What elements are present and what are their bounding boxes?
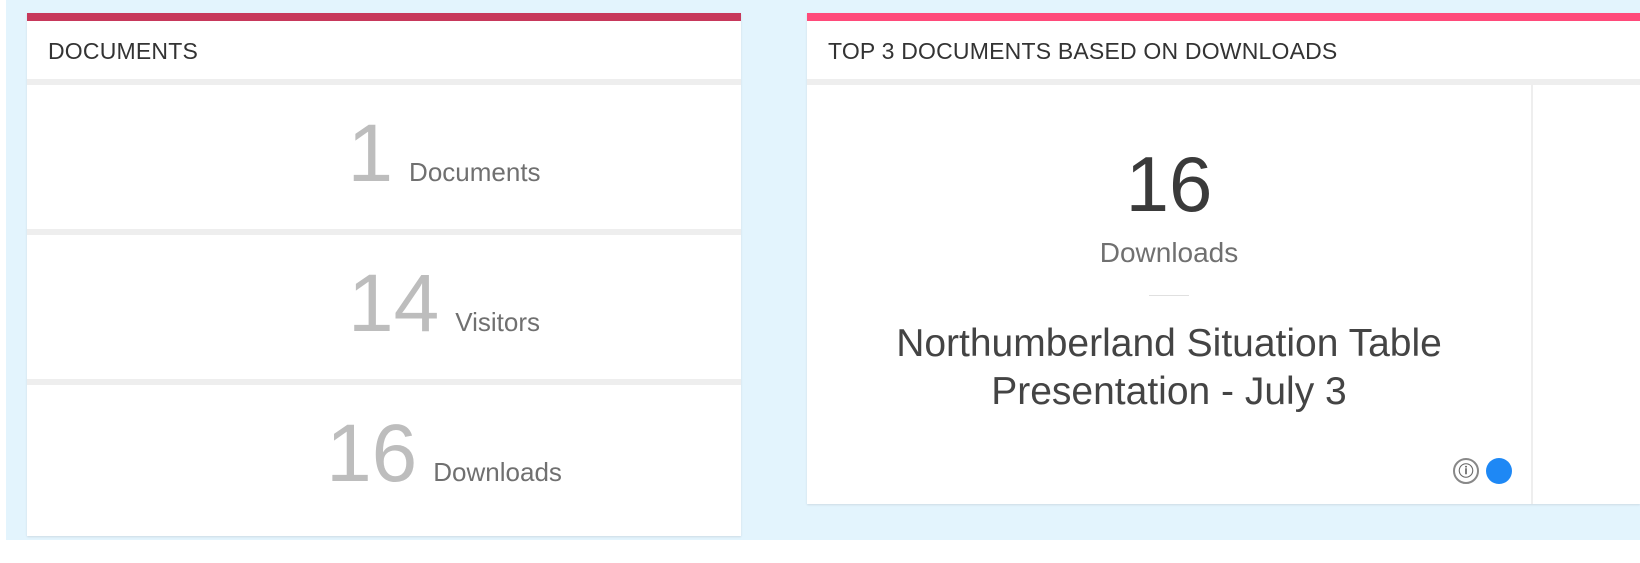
stat-visitors: 14 Visitors: [27, 235, 741, 385]
documents-panel: DOCUMENTS 1 Documents 14 Visitors 16 Dow…: [27, 13, 741, 536]
stat-value: 14: [348, 258, 440, 349]
stat-value: 1: [347, 108, 394, 199]
stat-label: Documents: [409, 157, 541, 187]
stat-label: Visitors: [455, 307, 540, 337]
card-separator: [1531, 85, 1533, 504]
top-documents-panel: TOP 3 DOCUMENTS BASED ON DOWNLOADS 16 Do…: [807, 13, 1640, 504]
top-documents-panel-title: TOP 3 DOCUMENTS BASED ON DOWNLOADS: [807, 21, 1640, 85]
download-count-label: Downloads: [1099, 237, 1239, 268]
stat-downloads: 16 Downloads: [27, 385, 741, 529]
documents-panel-title: DOCUMENTS: [27, 21, 741, 85]
top-document-card[interactable]: 16 Downloads Northumberland Situation Ta…: [807, 85, 1531, 504]
download-count: 16: [1125, 140, 1213, 228]
card-divider: [1149, 295, 1189, 296]
document-title: Northumberland Situation Table Presentat…: [896, 322, 1442, 413]
stat-value: 16: [326, 408, 418, 499]
stat-label: Downloads: [433, 457, 562, 487]
carousel-dot-active[interactable]: [1486, 458, 1512, 484]
stat-documents: 1 Documents: [27, 85, 741, 235]
info-icon[interactable]: ⓘ: [1453, 458, 1479, 484]
